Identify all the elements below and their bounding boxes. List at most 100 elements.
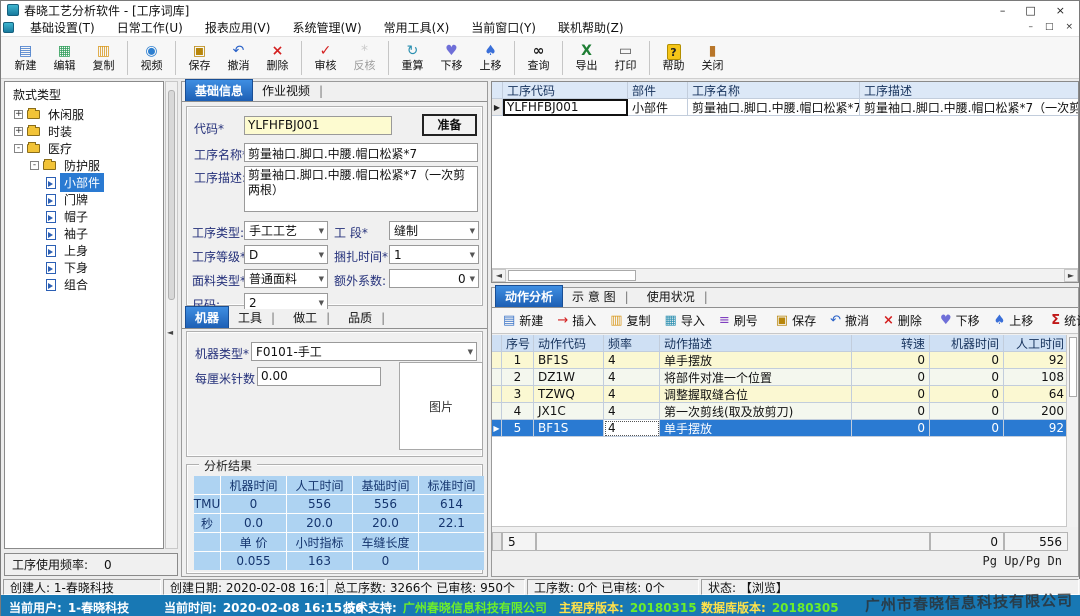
collapse-left-icon[interactable]: ◄	[167, 328, 173, 337]
process-cell[interactable]: 小部件	[628, 99, 688, 116]
process-table-row[interactable]: ▶YLFHFBJ001小部件剪量袖口.脚口.中腰.帽口松紧*7剪量袖口.脚口.中…	[492, 99, 1078, 116]
action-cell[interactable]: JX1C	[534, 403, 604, 420]
menu-item[interactable]: 常用工具(X)	[373, 19, 461, 36]
action-cell[interactable]: BF1S	[534, 352, 604, 369]
action-toolbar-button-up[interactable]: ♠上移	[987, 310, 1041, 332]
action-cell[interactable]: 0	[930, 352, 1004, 369]
action-toolbar-button-import[interactable]: ▦导入	[658, 310, 712, 332]
action-cell[interactable]: 108	[1004, 369, 1068, 386]
action-toolbar-button-save[interactable]: ▣保存	[769, 310, 823, 332]
tree-item[interactable]: +时装	[5, 123, 163, 140]
toolbar-button-unaudit[interactable]: *反核	[345, 39, 384, 77]
action-cell[interactable]: 4	[604, 403, 660, 420]
ready-button[interactable]: 准备	[422, 114, 477, 136]
action-cell[interactable]: 0	[930, 386, 1004, 403]
action-cell[interactable]: 64	[1004, 386, 1068, 403]
action-cell[interactable]: 单手摆放	[660, 352, 852, 369]
action-table-row[interactable]: 1BF1S4单手摆放0092	[492, 352, 1068, 369]
action-cell[interactable]: 4	[604, 352, 660, 369]
action-cell[interactable]: 0	[852, 352, 930, 369]
close-icon[interactable]: ×	[1056, 5, 1065, 16]
action-cell[interactable]: 4	[502, 403, 534, 420]
tree-item[interactable]: -防护服	[5, 157, 163, 174]
tree-item[interactable]: 组合	[5, 276, 163, 293]
action-cell[interactable]: 0	[930, 420, 1004, 437]
menu-item[interactable]: 系统管理(W)	[281, 19, 372, 36]
toolbar-button-down[interactable]: ♥下移	[432, 39, 471, 77]
tree-expander-icon[interactable]: +	[14, 110, 23, 119]
form-select-4[interactable]: 普通面料▼	[244, 269, 328, 288]
mdi-child-icon[interactable]	[3, 22, 14, 33]
process-name-input[interactable]: 剪量袖口.脚口.中腰.帽口松紧*7	[244, 143, 478, 162]
machine-type-select[interactable]: F0101-手工 ▼	[251, 342, 477, 361]
action-cell[interactable]: 2	[502, 369, 534, 386]
action-cell[interactable]: 3	[502, 386, 534, 403]
action-table-row[interactable]: 3TZWQ4调整握取缝合位0064	[492, 386, 1068, 403]
form-select-3[interactable]: 1▼	[389, 245, 479, 264]
action-cell[interactable]: 0	[930, 403, 1004, 420]
menu-item[interactable]: 日常工作(U)	[106, 19, 194, 36]
tab-0[interactable]: 动作分析	[495, 285, 563, 307]
tree-item[interactable]: 帽子	[5, 208, 163, 225]
action-cell[interactable]: BF1S	[534, 420, 604, 437]
action-toolbar-button-new[interactable]: ▤新建	[496, 310, 550, 332]
tree-item[interactable]: 下身	[5, 259, 163, 276]
tree-scrollbar[interactable]: ◄	[165, 81, 178, 549]
action-cell[interactable]: 第一次剪线(取及放剪刀)	[660, 403, 852, 420]
tree-item[interactable]: +休闲服	[5, 106, 163, 123]
mdi-close-icon[interactable]: ×	[1065, 23, 1073, 32]
action-cell[interactable]: 92	[1004, 352, 1068, 369]
menu-item[interactable]: 报表应用(V)	[194, 19, 282, 36]
toolbar-button-up[interactable]: ♠上移	[471, 39, 510, 77]
minimize-icon[interactable]: –	[1000, 5, 1006, 16]
action-cell[interactable]: 将部件对准一个位置	[660, 369, 852, 386]
toolbar-button-video[interactable]: ◉视频	[132, 39, 171, 77]
action-toolbar-button-undo[interactable]: ↶撤消	[823, 310, 876, 332]
menu-item[interactable]: 基础设置(T)	[19, 19, 106, 36]
tab-0[interactable]: 基础信息	[185, 79, 253, 101]
tree-item[interactable]: 袖子	[5, 225, 163, 242]
toolbar-button-copy[interactable]: ▥复制	[84, 39, 123, 77]
process-cell[interactable]: 剪量袖口.脚口.中腰.帽口松紧*7	[688, 99, 860, 116]
tree-expander-icon[interactable]: -	[14, 144, 23, 153]
menu-item[interactable]: 当前窗口(Y)	[460, 19, 547, 36]
action-cell[interactable]: 92	[1004, 420, 1068, 437]
form-select-5[interactable]: 0▼	[389, 269, 479, 288]
scroll-left-icon[interactable]: ◄	[492, 269, 506, 282]
action-toolbar-button-down[interactable]: ♥下移	[933, 310, 987, 332]
horizontal-scrollbar[interactable]: ◄ ►	[492, 268, 1078, 282]
form-select-1[interactable]: 缝制▼	[389, 221, 479, 240]
toolbar-button-print[interactable]: ▭打印	[606, 39, 645, 77]
action-cell[interactable]: 调整握取缝合位	[660, 386, 852, 403]
mdi-restore-icon[interactable]: □	[1045, 23, 1054, 32]
tree-item[interactable]: 小部件	[5, 174, 163, 191]
action-cell[interactable]: 1	[502, 352, 534, 369]
toolbar-button-export[interactable]: X导出	[567, 39, 606, 77]
action-cell[interactable]: 0	[852, 369, 930, 386]
process-desc-input[interactable]: 剪量袖口.脚口.中腰.帽口松紧*7（一次剪两根）	[244, 166, 478, 212]
action-cell[interactable]: TZWQ	[534, 386, 604, 403]
mdi-minimize-icon[interactable]: –	[1028, 23, 1033, 32]
toolbar-button-close[interactable]: ▮关闭	[693, 39, 732, 77]
toolbar-button-edit[interactable]: ▦编辑	[45, 39, 84, 77]
process-cell[interactable]: YLFHFBJ001	[503, 99, 628, 116]
action-cell[interactable]: 200	[1004, 403, 1068, 420]
tab-1[interactable]: 作业视频	[253, 80, 332, 101]
tree-scrollbar-thumb[interactable]	[168, 90, 175, 300]
restore-icon[interactable]: □	[1025, 5, 1035, 16]
tree-item[interactable]: 上身	[5, 242, 163, 259]
action-toolbar-button-brush[interactable]: ≡刷号	[712, 310, 765, 332]
scroll-right-icon[interactable]: ►	[1064, 269, 1078, 282]
tree-expander-icon[interactable]: +	[14, 127, 23, 136]
scrollbar-thumb[interactable]	[1069, 337, 1077, 397]
action-cell[interactable]: 4	[604, 369, 660, 386]
toolbar-button-recalc[interactable]: ↻重算	[393, 39, 432, 77]
toolbar-button-undo[interactable]: ↶撤消	[219, 39, 258, 77]
tab-2[interactable]: 做工	[284, 307, 339, 328]
toolbar-button-help[interactable]: ?帮助	[654, 39, 693, 77]
toolbar-button-save[interactable]: ▣保存	[180, 39, 219, 77]
action-table-row[interactable]: 2DZ1W4将部件对准一个位置00108	[492, 369, 1068, 386]
stitch-count-input[interactable]: 0.00	[257, 367, 381, 386]
action-table-row[interactable]: 4JX1C4第一次剪线(取及放剪刀)00200	[492, 403, 1068, 420]
form-select-2[interactable]: D▼	[244, 245, 328, 264]
